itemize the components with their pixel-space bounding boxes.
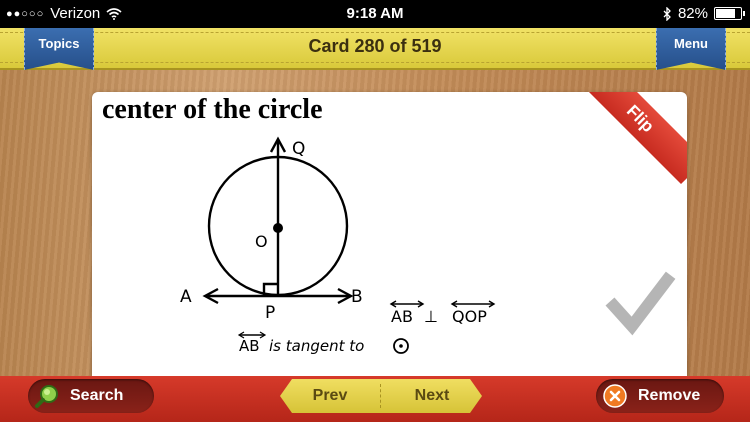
tangent-text: is tangent to [269,337,364,355]
remove-label: Remove [638,387,701,404]
battery-percent: 82% [677,5,708,22]
label-q: Q [292,139,305,159]
tangent-subject: AB [239,337,260,355]
relation-ab: AB [391,307,413,326]
prev-next-control: Prev Next [280,379,482,413]
perpendicular-symbol: ⊥ [424,307,438,326]
card-counter: Card 280 of 519 [308,36,442,56]
search-button[interactable]: Search [28,379,154,413]
checkmark-icon [605,271,676,336]
relation-qop: QOP [452,307,487,326]
header-bar: Card 280 of 519 [0,28,750,70]
clock: 9:18 AM [346,5,404,22]
battery-icon [714,7,745,20]
label-p: P [265,303,275,323]
remove-icon [602,383,628,409]
next-button[interactable]: Next [382,379,482,413]
status-bar: ●●○○○ Verizon 9:18 AM 82% [0,0,750,28]
search-icon [34,383,60,409]
battery-level [716,9,735,18]
label-b: B [351,287,363,307]
prev-button[interactable]: Prev [280,379,380,413]
label-a: A [180,287,192,307]
remove-button[interactable]: Remove [596,379,724,413]
bluetooth-icon [663,6,671,21]
search-label: Search [70,387,124,404]
center-point [273,223,283,233]
flashcard[interactable]: center of the circle Flip Q O A B P AB ⊥… [92,92,687,376]
label-o: O [255,232,268,251]
geometry-diagram: Q O A B P AB ⊥ QOP AB is tangent to [180,136,676,355]
